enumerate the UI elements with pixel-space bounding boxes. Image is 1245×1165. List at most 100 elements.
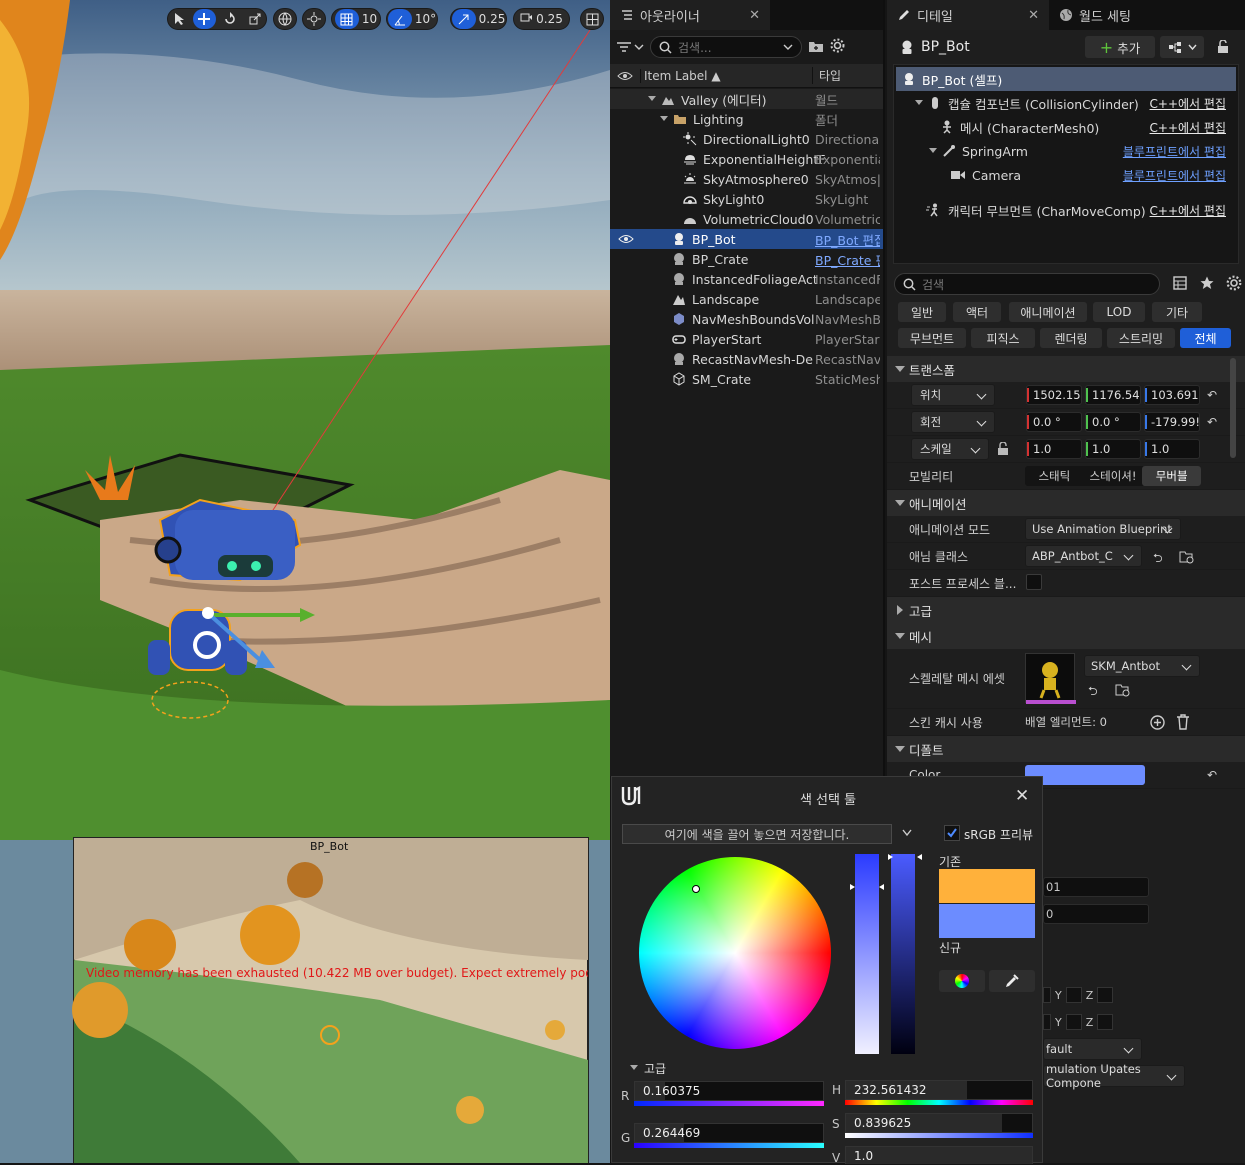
use-selected-icon[interactable]: ⮌ [1153,549,1163,570]
chevron-down-icon[interactable] [928,147,938,155]
star-icon[interactable] [1200,276,1214,290]
use-selected-icon[interactable]: ⮌ [1088,682,1098,703]
outliner-row-foliage[interactable]: InstancedFoliageAct InstancedF [610,269,883,289]
scale-snap-button[interactable]: 0.25 [450,8,507,30]
outliner-row-skyatmosphere[interactable]: SkyAtmosphere0 SkyAtmos| [610,169,883,189]
location-y-field[interactable]: 1176.54' [1085,385,1141,405]
scale-tool-icon[interactable] [244,9,266,29]
y-checkbox[interactable] [1065,987,1082,1003]
hidden-dropdown-2[interactable]: mulation Upates Compone [1043,1062,1185,1090]
scale-y-field[interactable]: 1.0 [1085,439,1141,459]
row-type-edit-link[interactable]: BP_Crate 편 [815,250,880,269]
component-row-mesh[interactable]: 메시 (CharacterMesh0) C++에서 편집 [894,115,1238,139]
outliner-search-input[interactable]: 검색... [650,36,802,58]
filter-misc[interactable]: 기타 [1152,302,1202,322]
reset-icon[interactable]: ↶ [1207,415,1217,429]
eye-icon[interactable] [618,234,634,244]
mobility-stationary[interactable]: 스테이셔! [1084,466,1143,486]
tab-details[interactable]: 디테일 ✕ [887,0,1049,30]
filter-icon[interactable] [616,40,644,54]
filter-all[interactable]: 전체 [1180,328,1231,348]
filter-physics[interactable]: 피직스 [971,328,1035,348]
chevron-down-icon[interactable] [629,1064,639,1072]
surface-snap-icon[interactable] [302,8,326,30]
tab-world-settings[interactable]: 월드 세팅 [1049,0,1141,30]
color-wheel-cursor[interactable] [692,885,700,893]
column-item-label[interactable]: Item Label ▲ [640,68,812,83]
outliner-row-recastnavmesh[interactable]: RecastNavMesh-De RecastNav [610,349,883,369]
edit-in-blueprint-link[interactable]: 블루프린트에서 편집 [1123,167,1226,184]
outliner-row-valley[interactable]: Valley (에디터) 월드 [610,89,883,109]
r-channel-field[interactable]: 0.160375 [634,1081,824,1101]
tab-outliner[interactable]: 아웃라이너 ✕ [610,0,770,30]
outliner-row-directionallight[interactable]: DirectionalLight0 Directional [610,129,883,149]
filter-lod[interactable]: LOD [1093,302,1145,322]
filter-streaming[interactable]: 스트리밍 [1107,328,1175,348]
outliner-row-playerstart[interactable]: PlayerStart PlayerStar [610,329,883,349]
post-process-checkbox[interactable] [1026,574,1042,590]
outliner-row-bp-bot[interactable]: BP_Bot BP_Bot 편집 [610,229,883,249]
level-viewport[interactable]: 10 10° 0.25 0.25 BP_Bot Video memory has… [0,0,610,1163]
world-space-icon[interactable] [273,8,297,30]
close-icon[interactable]: ✕ [1015,786,1029,806]
filter-general[interactable]: 일반 [898,302,946,322]
filter-animation[interactable]: 애니메이션 [1009,302,1087,322]
move-tool-icon[interactable] [193,9,216,29]
select-tool-icon[interactable] [168,9,190,29]
column-type[interactable]: 타입 [812,67,841,84]
rotate-tool-icon[interactable] [219,9,241,29]
animation-mode-dropdown[interactable]: Use Animation Blueprint [1025,518,1181,540]
skeletal-mesh-thumbnail[interactable] [1025,653,1076,704]
chevron-down-icon[interactable] [659,115,669,123]
outliner-row-heightfog[interactable]: ExponentialHeightF Exponentia [610,149,883,169]
close-icon[interactable]: ✕ [1028,8,1039,23]
mobility-movable[interactable]: 무버블 [1142,466,1202,486]
s-channel-field[interactable]: 0.839625 [845,1113,1033,1133]
z-checkbox[interactable] [1097,1014,1114,1030]
chevron-down-icon[interactable] [902,829,912,837]
edit-in-cpp-link[interactable]: C++에서 편집 [1150,95,1226,112]
hidden-dropdown-1[interactable]: fault [1043,1038,1142,1060]
outliner-row-skylight[interactable]: SkyLight0 SkyLight [610,189,883,209]
filter-rendering[interactable]: 렌더링 [1040,328,1102,348]
default-color-swatch[interactable] [1025,765,1145,785]
reset-icon[interactable]: ↶ [1207,388,1217,402]
section-default[interactable]: 디폴트 [887,736,1245,762]
gear-icon[interactable] [830,38,845,56]
eyedropper-button[interactable] [989,970,1035,992]
outliner-row-lighting[interactable]: Lighting 폴더 [610,109,883,129]
edit-in-cpp-link[interactable]: C++에서 편집 [1150,202,1226,219]
component-row-springarm[interactable]: SpringArm 블루프린트에서 편집 [894,139,1238,163]
chevron-down-icon[interactable] [914,99,924,107]
details-scrollbar[interactable] [1230,358,1236,458]
scale-mode-dropdown[interactable]: 스케일 [911,438,989,460]
component-row-camera[interactable]: Camera 블루프린트에서 편집 [894,163,1238,187]
add-component-button[interactable]: + 추가 [1085,36,1155,58]
section-animation[interactable]: 애니메이션 [887,490,1245,516]
color-wheel[interactable] [639,857,831,1049]
gear-icon[interactable] [1226,275,1242,291]
outliner-row-volumetriccloud[interactable]: VolumetricCloud0 Volumetric [610,209,883,229]
outliner-row-landscape[interactable]: Landscape Landscape [610,289,883,309]
close-icon[interactable]: ✕ [749,8,760,23]
grid-snap-button[interactable]: 10 [331,8,381,30]
g-channel-field[interactable]: 0.264469 [634,1123,824,1143]
chevron-down-icon[interactable] [647,95,657,103]
mobility-static[interactable]: 스태틱 [1025,466,1084,486]
anim-class-dropdown[interactable]: ABP_Antbot_C [1025,545,1142,567]
table-view-icon[interactable] [1173,276,1187,290]
component-row-charmove[interactable]: 캐릭터 무브먼트 (CharMoveComp) C++에서 편집 [894,198,1238,222]
section-mesh[interactable]: 메시 [887,623,1245,649]
filter-actor[interactable]: 액터 [953,302,1001,322]
component-row-capsule[interactable]: 캡슐 컴포넌트 (CollisionCylinder) C++에서 편집 [894,91,1238,115]
location-z-field[interactable]: 103.691 [1144,385,1200,405]
add-element-icon[interactable] [1150,715,1165,730]
old-color-swatch[interactable] [939,869,1035,903]
hidden-field-1[interactable]: 01 [1043,877,1149,897]
scale-x-field[interactable]: 1.0 [1026,439,1082,459]
component-row-self[interactable]: BP_Bot (셀프) [896,67,1236,91]
browse-asset-icon[interactable] [1179,549,1195,565]
x-checkbox[interactable] [1043,987,1051,1003]
new-color-swatch[interactable] [939,904,1035,938]
edit-in-blueprint-link[interactable]: 블루프린트에서 편집 [1123,143,1226,160]
